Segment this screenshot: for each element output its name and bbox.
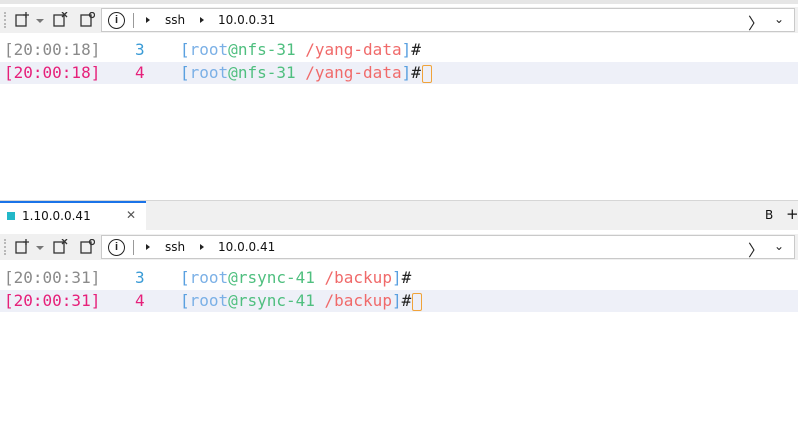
breadcrumb-host[interactable]: 10.0.0.31 xyxy=(218,13,275,27)
new-tab-button[interactable]: + xyxy=(786,205,798,223)
info-icon[interactable]: i xyxy=(108,239,125,256)
prompt-user: root xyxy=(189,268,229,287)
prompt-hash: # xyxy=(411,40,421,59)
line-number: 3 xyxy=(135,268,145,287)
terminal-line-active[interactable]: [20:00:18] 4 [root@nfs-31 /yang-data]# xyxy=(0,62,798,84)
line-timestamp: [20:00:31] xyxy=(4,268,101,287)
line-number: 4 xyxy=(135,291,145,310)
prompt-at: @ xyxy=(228,268,238,287)
tab-bar: 1.10.0.0.41 ✕ B + xyxy=(0,200,798,230)
prompt: [root@nfs-31 /yang-data]# xyxy=(180,40,421,59)
prompt-at: @ xyxy=(228,40,238,59)
prompt: [root@rsync-41 /backup]# xyxy=(180,268,412,287)
close-icon[interactable]: ✕ xyxy=(126,208,136,222)
pane1-toolbar: i ssh 10.0.0.31 〉 ⌄ xyxy=(0,7,798,33)
prompt-host: nfs-31 xyxy=(237,40,296,59)
line-number: 4 xyxy=(135,63,145,82)
breadcrumb-host[interactable]: 10.0.0.41 xyxy=(218,240,275,254)
close-session-icon[interactable] xyxy=(53,12,68,27)
terminal-cursor xyxy=(421,64,432,83)
breadcrumb-arrow-icon xyxy=(200,17,204,23)
window-top-edge xyxy=(0,0,798,4)
prompt-host: rsync-41 xyxy=(237,268,315,287)
session-status-icon xyxy=(7,212,15,220)
prompt: [root@rsync-41 /backup]# xyxy=(180,290,423,312)
prompt-user: root xyxy=(189,40,229,59)
tab-menu-button[interactable]: B xyxy=(765,208,773,222)
terminal-line: [20:00:31] 3 [root@rsync-41 /backup]# xyxy=(0,267,798,289)
prompt-path: /yang-data xyxy=(305,63,402,82)
chevron-down-icon[interactable]: ⌄ xyxy=(774,239,784,253)
terminal-line-active[interactable]: [20:00:31] 4 [root@rsync-41 /backup]# xyxy=(0,290,798,312)
prompt-user: root xyxy=(189,63,229,82)
breadcrumb-arrow-icon xyxy=(200,244,204,250)
line-timestamp: [20:00:18] xyxy=(4,63,101,82)
prompt-at: @ xyxy=(228,63,238,82)
terminal-line: [20:00:18] 3 [root@nfs-31 /yang-data]# xyxy=(0,39,798,61)
open-folder-icon[interactable] xyxy=(80,239,95,254)
breadcrumb-protocol[interactable]: ssh xyxy=(165,13,185,27)
address-separator xyxy=(133,13,134,28)
prompt-user: root xyxy=(189,291,229,310)
line-number: 3 xyxy=(135,40,145,59)
breadcrumb-arrow-icon xyxy=(146,244,150,250)
chevron-down-icon[interactable]: ⌄ xyxy=(774,12,784,26)
address-bar[interactable]: i ssh 10.0.0.31 〉 ⌄ xyxy=(101,8,795,34)
pane2-toolbar: i ssh 10.0.0.41 〉 ⌄ xyxy=(0,234,798,260)
prompt: [root@nfs-31 /yang-data]# xyxy=(180,62,432,84)
go-arrow-icon[interactable]: 〉 xyxy=(748,237,764,261)
prompt-hash: # xyxy=(411,63,421,82)
prompt-host: nfs-31 xyxy=(237,63,296,82)
prompt-path: /backup xyxy=(324,291,392,310)
toolbar-grip[interactable] xyxy=(4,239,8,255)
open-folder-icon[interactable] xyxy=(80,12,95,27)
close-session-icon[interactable] xyxy=(53,239,68,254)
new-session-icon[interactable] xyxy=(15,12,30,27)
tab-label[interactable]: 1.10.0.0.41 xyxy=(22,209,91,223)
go-arrow-icon[interactable]: 〉 xyxy=(748,10,764,34)
breadcrumb-arrow-icon xyxy=(146,17,150,23)
prompt-path: /yang-data xyxy=(305,40,402,59)
tab-session[interactable]: 1.10.0.0.41 ✕ xyxy=(0,201,146,230)
line-timestamp: [20:00:31] xyxy=(4,291,101,310)
dropdown-caret-icon[interactable] xyxy=(36,246,44,250)
toolbar-grip[interactable] xyxy=(4,12,8,28)
info-icon[interactable]: i xyxy=(108,12,125,29)
address-bar[interactable]: i ssh 10.0.0.41 〉 ⌄ xyxy=(101,235,795,261)
prompt-at: @ xyxy=(228,291,238,310)
prompt-hash: # xyxy=(401,268,412,287)
terminal-cursor xyxy=(412,292,423,311)
address-separator xyxy=(133,240,134,255)
dropdown-caret-icon[interactable] xyxy=(36,19,44,23)
prompt-host: rsync-41 xyxy=(237,291,315,310)
line-timestamp: [20:00:18] xyxy=(4,40,101,59)
prompt-hash: # xyxy=(401,291,412,310)
new-session-icon[interactable] xyxy=(15,239,30,254)
breadcrumb-protocol[interactable]: ssh xyxy=(165,240,185,254)
prompt-path: /backup xyxy=(324,268,392,287)
